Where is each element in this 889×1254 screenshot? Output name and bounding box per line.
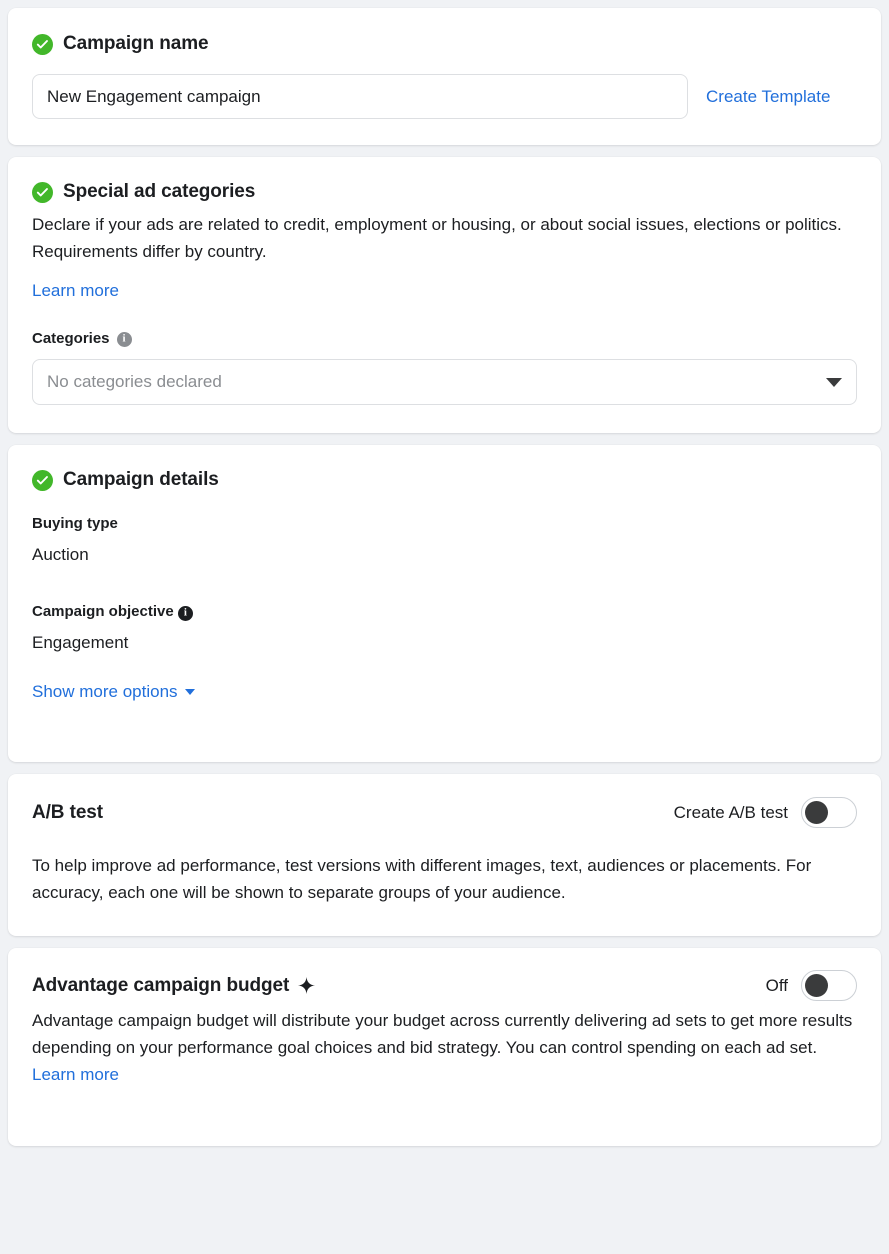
categories-select[interactable]: No categories declared <box>32 359 857 405</box>
advantage-campaign-budget-toggle[interactable] <box>801 970 857 1001</box>
show-more-options-row: Show more options <box>32 680 195 704</box>
advantage-campaign-budget-header: Advantage campaign budget Off <box>32 970 857 1001</box>
special-ad-categories-card: Special ad categories Declare if your ad… <box>8 157 881 433</box>
campaign-details-title: Campaign details <box>63 469 219 490</box>
toggle-knob <box>805 974 828 997</box>
chevron-down-icon <box>826 377 842 387</box>
campaign-details-card: Campaign details Buying type Auction Cam… <box>8 445 881 762</box>
campaign-creation-page: Campaign name Create Template Special ad… <box>0 0 889 1146</box>
categories-field: Categories i No categories declared <box>32 329 857 405</box>
check-circle-icon <box>32 33 53 55</box>
special-ad-categories-title: Special ad categories <box>63 181 256 202</box>
ab-test-toggle-group: Create A/B test <box>674 797 857 828</box>
advantage-campaign-budget-title: Advantage campaign budget <box>32 974 290 996</box>
campaign-name-row: Create Template <box>32 74 857 119</box>
advantage-budget-description-text: Advantage campaign budget will distribut… <box>32 1011 853 1057</box>
special-ad-categories-description: Declare if your ads are related to credi… <box>32 215 842 261</box>
categories-select-value: No categories declared <box>47 372 222 391</box>
categories-label: Categories <box>32 330 110 347</box>
campaign-objective-value: Engagement <box>32 633 129 652</box>
ab-test-card: A/B test Create A/B test To help improve… <box>8 774 881 936</box>
ab-test-header: A/B test Create A/B test <box>32 797 857 828</box>
campaign-name-header: Campaign name <box>32 32 857 56</box>
check-circle-icon <box>32 469 53 491</box>
advantage-campaign-budget-title-row: Advantage campaign budget <box>32 974 316 997</box>
learn-more-link[interactable]: Learn more <box>32 281 119 300</box>
ab-test-description: To help improve ad performance, test ver… <box>32 856 812 902</box>
special-ad-categories-header: Special ad categories <box>32 180 857 204</box>
create-template-link[interactable]: Create Template <box>706 85 830 109</box>
check-circle-icon <box>32 181 53 203</box>
special-ad-categories-learn-more-row: Learn more <box>32 279 857 303</box>
show-more-options-label: Show more options <box>32 682 178 701</box>
sparkle-icon <box>298 977 316 994</box>
ab-test-toggle-label: Create A/B test <box>673 802 788 822</box>
toggle-knob <box>805 801 828 824</box>
learn-more-link[interactable]: Learn more <box>32 1065 119 1084</box>
advantage-budget-toggle-label: Off <box>765 975 788 995</box>
campaign-objective-label: Campaign objective <box>32 603 174 620</box>
chevron-down-icon <box>184 689 195 695</box>
buying-type-label: Buying type <box>32 515 118 532</box>
campaign-objective-label-row: Campaign objective i <box>32 602 857 622</box>
campaign-name-title: Campaign name <box>63 33 209 54</box>
create-ab-test-toggle[interactable] <box>801 797 857 828</box>
campaign-name-input[interactable] <box>32 74 688 119</box>
campaign-details-header: Campaign details <box>32 468 857 492</box>
ab-test-title: A/B test <box>32 801 103 823</box>
categories-label-row: Categories i <box>32 329 857 349</box>
buying-type-value: Auction <box>32 545 89 564</box>
campaign-name-card: Campaign name Create Template <box>8 8 881 145</box>
info-icon[interactable]: i <box>116 331 132 347</box>
info-icon[interactable]: i <box>177 606 193 621</box>
advantage-campaign-budget-card: Advantage campaign budget Off Advantage … <box>8 948 881 1146</box>
advantage-budget-toggle-group: Off <box>766 970 857 1001</box>
advantage-campaign-budget-description: Advantage campaign budget will distribut… <box>32 1007 857 1088</box>
show-more-options-link[interactable]: Show more options <box>32 682 195 701</box>
